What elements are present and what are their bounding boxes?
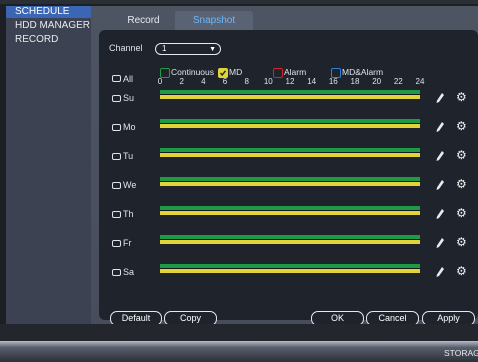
- alarm-legend-label: Alarm: [284, 67, 307, 77]
- day-checkbox-sa[interactable]: [112, 269, 121, 276]
- schedule-bar-fr[interactable]: [160, 235, 420, 247]
- hour-tick: 4: [201, 77, 206, 86]
- edit-icon[interactable]: [435, 237, 445, 249]
- edit-icon[interactable]: [435, 266, 445, 278]
- hour-tick: 8: [244, 77, 249, 86]
- separator: [0, 324, 478, 341]
- day-label-su: Su: [123, 93, 135, 103]
- all-label: All: [123, 74, 134, 84]
- schedule-bar-tu[interactable]: [160, 148, 420, 160]
- edit-icon[interactable]: [435, 92, 445, 104]
- hour-tick: 10: [263, 77, 273, 86]
- storage-status: STORAGE: [444, 348, 478, 358]
- sidebar-item-record[interactable]: RECORD: [6, 34, 91, 46]
- gear-icon[interactable]: ⚙: [456, 207, 468, 219]
- gear-icon[interactable]: ⚙: [456, 91, 468, 103]
- all-checkbox[interactable]: [112, 75, 121, 82]
- hour-tick: 6: [222, 77, 228, 86]
- checkmark-icon: [219, 70, 227, 77]
- chevron-down-icon: ▼: [209, 46, 216, 53]
- gear-icon[interactable]: ⚙: [456, 265, 468, 277]
- edit-icon[interactable]: [435, 208, 445, 220]
- channel-label: Channel: [109, 43, 143, 53]
- hour-tick: 14: [307, 77, 317, 86]
- continuous-legend-label: Continuous: [171, 67, 215, 77]
- day-label-sa: Sa: [123, 267, 135, 277]
- gear-icon[interactable]: ⚙: [456, 149, 468, 161]
- day-label-fr: Fr: [123, 238, 132, 248]
- hour-tick: 22: [393, 77, 403, 86]
- hour-tick: 0: [157, 77, 163, 86]
- schedule-panel: Channel 1 ▼ All Continuous MD Alarm MD&A…: [99, 30, 478, 320]
- sidebar-item-hdd-manager[interactable]: HDD MANAGER: [6, 20, 91, 32]
- gear-icon[interactable]: ⚙: [456, 236, 468, 248]
- day-checkbox-we[interactable]: [112, 182, 121, 189]
- day-label-th: Th: [123, 209, 134, 219]
- tab-record[interactable]: Record: [112, 11, 175, 30]
- md-alarm-legend-label: MD&Alarm: [342, 67, 384, 77]
- gear-icon[interactable]: ⚙: [456, 178, 468, 190]
- schedule-bar-th[interactable]: [160, 206, 420, 218]
- day-label-we: We: [123, 180, 137, 190]
- sidebar-item-schedule[interactable]: SCHEDULE: [6, 6, 91, 18]
- main-area: Record Snapshot Channel 1 ▼ All Continuo…: [91, 6, 478, 324]
- day-checkbox-fr[interactable]: [112, 240, 121, 247]
- day-label-mo: Mo: [123, 122, 136, 132]
- day-checkbox-mo[interactable]: [112, 124, 121, 131]
- channel-select[interactable]: 1 ▼: [155, 43, 221, 55]
- day-checkbox-th[interactable]: [112, 211, 121, 218]
- tab-snapshot[interactable]: Snapshot: [175, 11, 253, 30]
- schedule-bar-sa[interactable]: [160, 264, 420, 276]
- schedule-bar-mo[interactable]: [160, 119, 420, 131]
- gear-icon[interactable]: ⚙: [456, 120, 468, 132]
- edit-icon[interactable]: [435, 150, 445, 162]
- edit-icon[interactable]: [435, 121, 445, 133]
- schedule-bar-su[interactable]: [160, 90, 420, 102]
- bottom-status-bar: [0, 341, 478, 362]
- hour-tick: 2: [179, 77, 184, 86]
- md-legend-label: MD: [229, 67, 243, 77]
- sidebar: SCHEDULE HDD MANAGER RECORD: [6, 6, 91, 324]
- top-strip: [0, 0, 478, 4]
- schedule-bar-we[interactable]: [160, 177, 420, 189]
- hour-tick: 24: [415, 77, 425, 86]
- channel-select-value: 1: [162, 44, 167, 53]
- hour-tick: 18: [350, 77, 360, 86]
- day-checkbox-su[interactable]: [112, 95, 121, 102]
- day-checkbox-tu[interactable]: [112, 153, 121, 160]
- edit-icon[interactable]: [435, 179, 445, 191]
- hour-tick: 16: [328, 77, 338, 86]
- hour-tick: 20: [372, 77, 382, 86]
- hour-tick: 12: [285, 77, 295, 86]
- day-label-tu: Tu: [123, 151, 134, 161]
